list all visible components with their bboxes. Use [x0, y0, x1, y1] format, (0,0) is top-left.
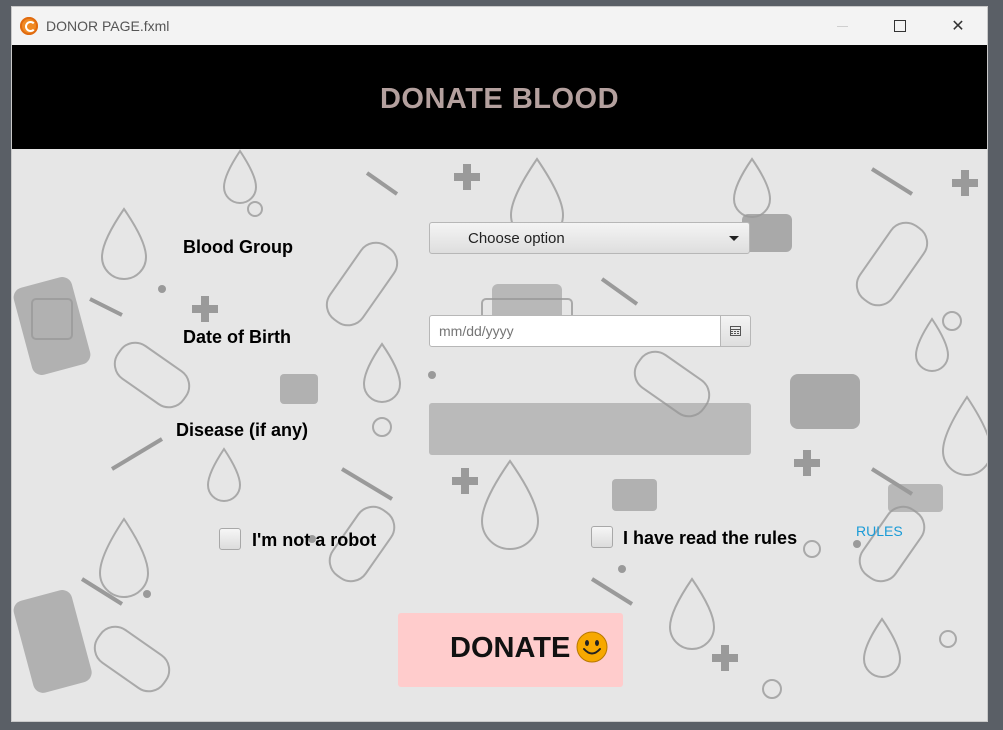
close-button[interactable]: ✕ [929, 7, 987, 45]
date-of-birth-label: Date of Birth [183, 327, 291, 347]
blood-group-value: Choose option [468, 230, 565, 247]
calendar-icon [730, 326, 741, 336]
app-window: DONOR PAGE.fxml ✕ DONATE BLOOD Blood Gro… [11, 6, 988, 722]
donor-form-panel: Blood Group Choose option Date of Birth … [12, 149, 987, 721]
maximize-button[interactable] [871, 7, 929, 45]
app-icon [20, 17, 38, 35]
window-title: DONOR PAGE.fxml [46, 18, 170, 34]
blood-group-label: Blood Group [183, 237, 293, 257]
title-bar: DONOR PAGE.fxml ✕ [12, 7, 987, 46]
minimize-button[interactable] [813, 7, 871, 45]
close-icon: ✕ [951, 18, 965, 35]
smiley-icon [576, 631, 608, 663]
rules-link[interactable]: RULES [856, 523, 903, 539]
minimize-icon [836, 25, 848, 27]
donate-button-label: DONATE [450, 632, 571, 664]
maximize-icon [894, 20, 906, 32]
rules-checkbox[interactable] [591, 526, 613, 548]
date-picker-button[interactable] [720, 315, 751, 347]
donate-button[interactable]: DONATE [398, 613, 623, 687]
chevron-down-icon [729, 236, 739, 241]
header-banner: DONATE BLOOD [12, 45, 987, 149]
blood-group-select[interactable]: Choose option [429, 222, 750, 254]
robot-checkbox[interactable] [219, 528, 241, 550]
disease-input[interactable] [429, 403, 751, 455]
page-title: DONATE BLOOD [379, 83, 620, 115]
robot-checkbox-label: I'm not a robot [252, 530, 377, 550]
disease-label: Disease (if any) [176, 420, 309, 440]
date-of-birth-input[interactable] [429, 315, 721, 347]
rules-checkbox-label: I have read the rules [623, 528, 798, 548]
